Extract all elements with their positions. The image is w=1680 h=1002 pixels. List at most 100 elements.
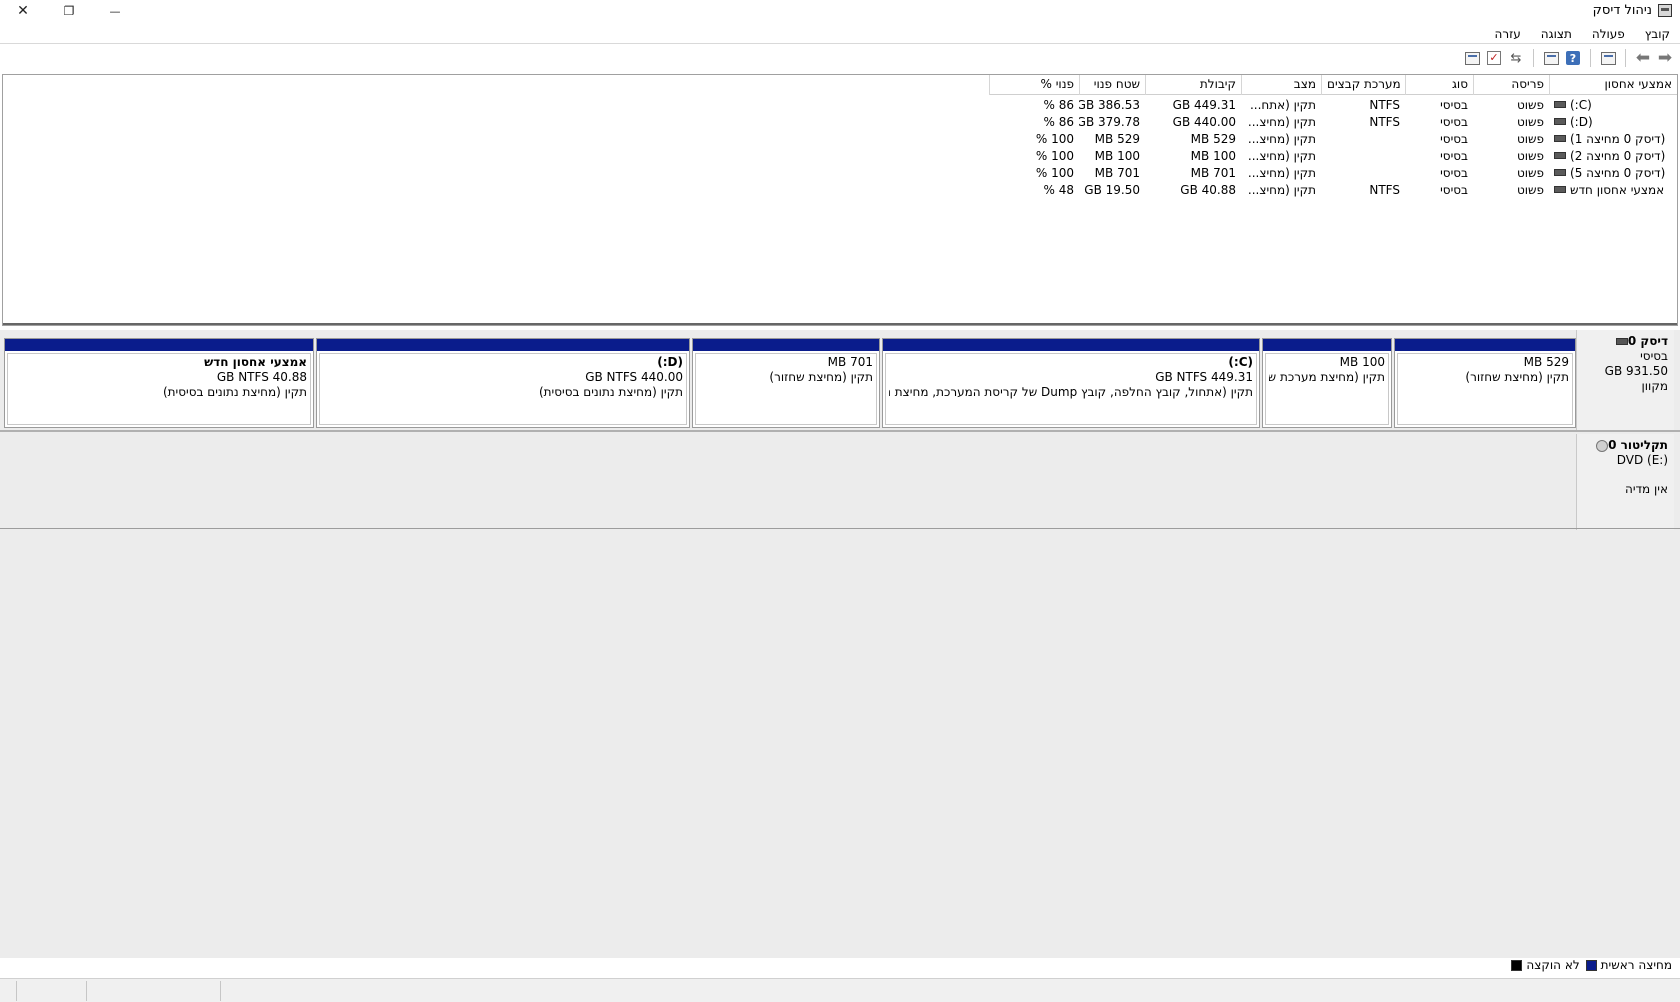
volume-name: (דיסק 0 מחיצה 5) [1570, 165, 1666, 180]
partition-new-volume-name: אמצעי אחסון חדש [204, 355, 307, 369]
refresh-icon[interactable]: ⇆ [1507, 49, 1525, 67]
menu-help[interactable]: עזרה [1493, 26, 1523, 42]
partition-c-name: (C:) [1228, 355, 1253, 369]
partition-1[interactable]: 529 MB תקין (מחיצת שחזור) [1394, 338, 1576, 428]
partition-2-size: 100 MB [1339, 355, 1385, 369]
cdrom-0-status: אין מדיה [1624, 482, 1668, 496]
legend: לא הוקצה מחיצה ראשית [1511, 958, 1672, 972]
partition-d-size: 440.00 GB NTFS [585, 370, 683, 384]
menu-action[interactable]: פעולה [1590, 26, 1627, 42]
cell-free-space: 100 MB [1094, 148, 1140, 163]
rescan-icon[interactable] [1463, 49, 1481, 67]
cell-capacity: 40.88 GB [1180, 182, 1236, 197]
cell-percent-free: 86 % [1043, 114, 1075, 129]
properties-icon[interactable] [1599, 49, 1617, 67]
table-row[interactable]: אמצעי אחסון חדש פשוט בסיסי NTFS תקין (מחיצ..… [989, 181, 1677, 198]
help-icon[interactable]: ? [1564, 49, 1582, 67]
cell-free-space: 701 MB [1094, 165, 1140, 180]
minimize-button[interactable]: — [92, 0, 138, 22]
list-splitter[interactable] [3, 323, 1677, 325]
table-row[interactable]: (D:) פשוט בסיסי NTFS תקין (מחיצ... 440.00 GB 3… [989, 113, 1677, 130]
col-capacity[interactable]: קיבולת [1145, 75, 1241, 95]
partition-2[interactable]: 100 MB תקין (מחיצת מערכת ש [1262, 338, 1392, 428]
col-free-space[interactable]: שטח פנוי [1079, 75, 1145, 95]
forward-arrow-icon[interactable]: ➡ [1656, 48, 1674, 68]
close-button[interactable]: ✕ [0, 0, 46, 22]
cell-file-system: NTFS [1369, 114, 1400, 129]
partition-c[interactable]: (C:) 449.31 GB NTFS תקין (אתחול, קובץ הח… [882, 338, 1260, 428]
cell-layout: פשוט [1516, 182, 1544, 197]
disk-0-row: דיסק 0 בסיסי 931.50 GB מקוון 529 MB תקין… [0, 330, 1680, 430]
menu-file[interactable]: קובץ [1643, 26, 1672, 42]
cell-status: תקין (מחיצ... [1247, 114, 1316, 129]
cell-volume: (C:) [1549, 98, 1677, 112]
disk-0-size: 931.50 GB [1604, 364, 1668, 378]
cell-type: בסיסי [1440, 165, 1468, 180]
table-row[interactable]: (C:) פשוט בסיסי NTFS תקין (אתח... 449.31 GB 38… [989, 96, 1677, 113]
col-file-system[interactable]: מערכת קבצים [1321, 75, 1405, 95]
cdrom-0-type: DVD (E:) [1616, 453, 1668, 467]
disk-0-partitions: 529 MB תקין (מחיצת שחזור) 100 MB תקין (מ… [4, 338, 1576, 428]
show-hide-icon[interactable] [1542, 49, 1560, 67]
restore-button[interactable]: ❐ [46, 0, 92, 22]
back-arrow-icon[interactable]: ⬅ [1634, 48, 1652, 68]
legend-unallocated: לא הוקצה [1511, 958, 1580, 972]
status-separator [86, 981, 87, 1001]
cell-percent-free: 100 % [1035, 131, 1074, 146]
table-row[interactable]: (דיסק 0 מחיצה 2) פשוט בסיסי תקין (מחיצ... 10… [989, 147, 1677, 164]
volume-name: אמצעי אחסון חדש [1570, 182, 1665, 197]
partition-1-size: 529 MB [1523, 355, 1569, 369]
disk-0-label[interactable]: דיסק 0 בסיסי 931.50 GB מקוון [1576, 330, 1674, 430]
menu-view[interactable]: תצוגה [1539, 26, 1574, 42]
hard-disk-icon [1615, 338, 1628, 345]
cell-type: בסיסי [1440, 131, 1468, 146]
table-row[interactable]: (דיסק 0 מחיצה 1) פשוט בסיסי תקין (מחיצ... 52… [989, 130, 1677, 147]
partition-5-size: 701 MB [827, 355, 873, 369]
cdrom-0-label[interactable]: תקליטור 0 DVD (E:) אין מדיה [1576, 434, 1674, 530]
cdrom-row-divider [0, 528, 1680, 529]
volume-icon [1554, 118, 1566, 125]
col-status[interactable]: מצב [1241, 75, 1321, 95]
legend-unallocated-label: לא הוקצה [1526, 958, 1580, 972]
partition-new-volume[interactable]: אמצעי אחסון חדש 40.88 GB NTFS תקין (מחיצ… [4, 338, 314, 428]
volume-icon [1554, 135, 1566, 142]
col-percent-free[interactable]: % פנוי [989, 75, 1079, 95]
partition-d[interactable]: (D:) 440.00 GB NTFS תקין (מחיצת נתונים ב… [316, 338, 690, 428]
primary-partition-bar [1395, 339, 1575, 351]
window-title: ניהול דיסק [1592, 3, 1652, 18]
primary-partition-bar [5, 339, 313, 351]
cell-layout: פשוט [1516, 165, 1544, 180]
cell-free-space: 19.50 GB [1084, 182, 1140, 197]
partition-5[interactable]: 701 MB תקין (מחיצת שחזור) [692, 338, 880, 428]
partition-c-size: 449.31 GB NTFS [1155, 370, 1253, 384]
cell-free-space: 386.53 GB [1079, 97, 1140, 112]
cell-file-system: NTFS [1369, 182, 1400, 197]
cdrom-0-row: תקליטור 0 DVD (E:) אין מדיה [0, 434, 1680, 530]
partition-d-status: תקין (מחיצת נתונים בסיסית) [538, 385, 683, 399]
col-layout[interactable]: פריסה [1473, 75, 1549, 95]
col-volume[interactable]: אמצעי אחסון [1549, 75, 1677, 95]
unallocated-swatch [1511, 959, 1523, 971]
cell-capacity: 449.31 GB [1172, 97, 1236, 112]
volume-list: אמצעי אחסון פריסה סוג מערכת קבצים מצב קי… [2, 74, 1678, 326]
cell-type: בסיסי [1440, 182, 1468, 197]
volume-icon [1554, 152, 1566, 159]
cell-percent-free: 100 % [1035, 148, 1074, 163]
cell-capacity: 701 MB [1190, 165, 1236, 180]
volume-list-rows: (C:) פשוט בסיסי NTFS תקין (אתח... 449.31 GB 38… [989, 96, 1677, 198]
cell-status: תקין (מחיצ... [1247, 148, 1316, 163]
col-type[interactable]: סוג [1405, 75, 1473, 95]
check-icon[interactable]: ✓ [1485, 49, 1503, 67]
legend-primary: מחיצה ראשית [1585, 958, 1672, 972]
volume-list-header: אמצעי אחסון פריסה סוג מערכת קבצים מצב קי… [989, 75, 1677, 95]
volume-icon [1554, 186, 1566, 193]
cell-percent-free: 86 % [1043, 97, 1075, 112]
dvd-drive-icon [1596, 439, 1609, 452]
cell-capacity: 100 MB [1190, 148, 1236, 163]
cell-status: תקין (מחיצ... [1247, 131, 1316, 146]
status-separator [16, 981, 17, 1001]
toolbar-separator [1533, 49, 1534, 67]
cell-free-space: 379.78 GB [1079, 114, 1140, 129]
table-row[interactable]: (דיסק 0 מחיצה 5) פשוט בסיסי תקין (מחיצ... 70… [989, 164, 1677, 181]
disk-0-name: דיסק 0 [1627, 334, 1668, 348]
